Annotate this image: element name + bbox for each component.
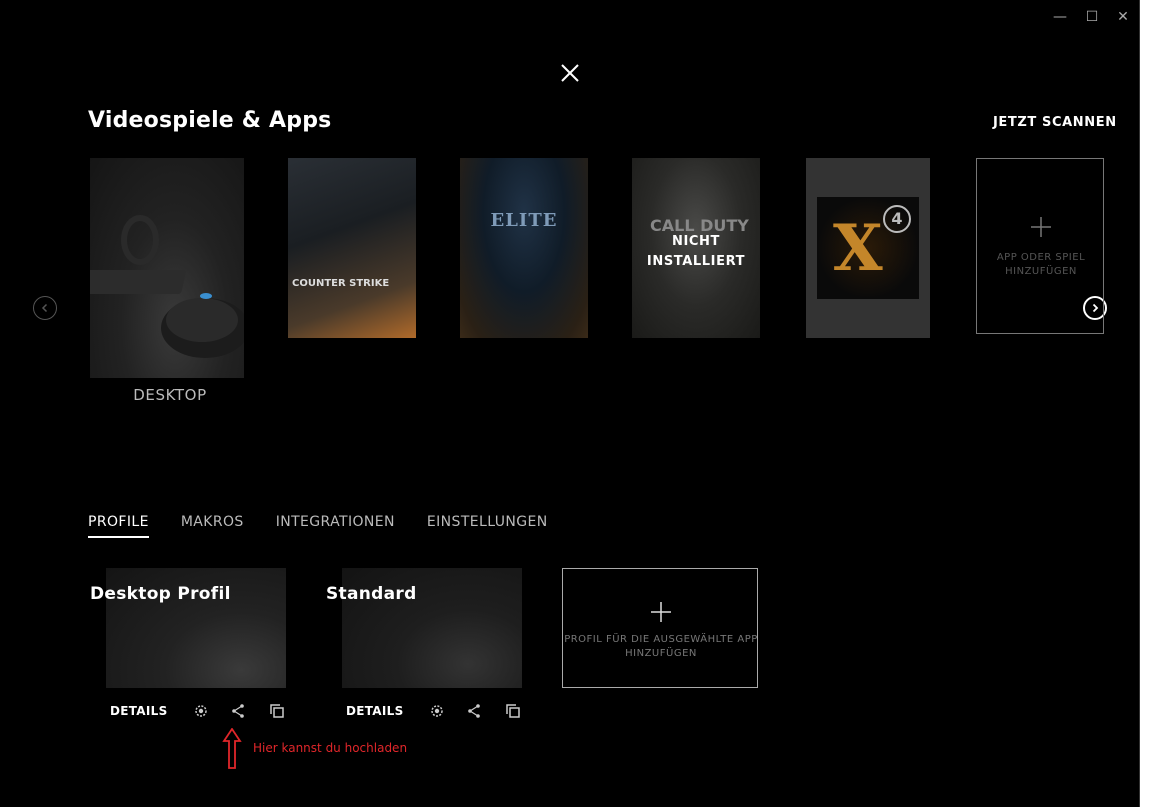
mouse-keyboard-image [90, 215, 244, 358]
persistent-icon[interactable] [428, 702, 446, 720]
ghub-window: — ☐ ✕ Videospiele & Apps JETZT SCANNEN D… [0, 0, 1140, 807]
window-close-button[interactable]: ✕ [1114, 8, 1132, 26]
cover-title: X [833, 211, 883, 286]
game-card-counter-strike[interactable]: COUNTER STRIKE [288, 158, 416, 338]
add-profile-button[interactable]: PROFIL FÜR DIE AUSGEWÄHLTE APP HINZUFÜGE… [562, 568, 758, 688]
profile-actions: DETAILS [346, 702, 522, 720]
carousel-prev-button[interactable] [33, 296, 57, 320]
profile-card-standard[interactable]: Standard DETAILS [326, 568, 522, 718]
close-icon [561, 64, 579, 82]
maximize-button[interactable]: ☐ [1083, 8, 1101, 26]
cover-title: ELITE [490, 210, 558, 231]
copy-icon[interactable] [268, 702, 286, 720]
tab-integrationen[interactable]: INTEGRATIONEN [276, 514, 395, 538]
scan-now-button[interactable]: JETZT SCANNEN [993, 115, 1117, 130]
share-icon[interactable] [465, 702, 483, 720]
game-card-elite-dangerous[interactable]: ELITE [460, 158, 588, 338]
tab-bar: PROFILE MAKROS INTEGRATIONEN EINSTELLUNG… [88, 514, 580, 538]
not-installed-badge: NICHT INSTALLIERT [646, 234, 746, 269]
profile-name: Standard [326, 584, 417, 604]
plus-icon [651, 602, 671, 622]
close-overlay-button[interactable] [557, 60, 583, 86]
persistent-icon[interactable] [192, 702, 210, 720]
profile-card-desktop[interactable]: Desktop Profil DETAILS [90, 568, 286, 718]
share-icon[interactable] [229, 702, 247, 720]
add-profile-label: PROFIL FÜR DIE AUSGEWÄHLTE APP HINZUFÜGE… [564, 634, 758, 659]
plus-icon [1031, 217, 1051, 237]
tab-makros[interactable]: MAKROS [181, 514, 244, 538]
annotation-text: Hier kannst du hochladen [253, 741, 408, 755]
x4-cover: X 4 [817, 197, 919, 299]
game-card-call-of-duty[interactable]: CALL DUTY NICHT INSTALLIERT [632, 158, 760, 338]
profile-name: Desktop Profil [90, 584, 231, 604]
copy-icon[interactable] [504, 702, 522, 720]
tab-einstellungen[interactable]: EINSTELLUNGEN [427, 514, 548, 538]
profile-actions: DETAILS [110, 702, 286, 720]
game-card-desktop[interactable] [90, 158, 244, 378]
tab-profile[interactable]: PROFILE [88, 514, 149, 538]
chevron-left-icon [41, 303, 48, 313]
game-name-desktop: DESKTOP [133, 386, 207, 404]
game-card-x4[interactable]: X 4 [806, 158, 930, 338]
add-app-label: APP ODER SPIEL HINZUFÜGEN [996, 252, 1086, 277]
cover-title: COUNTER STRIKE [292, 278, 390, 289]
up-arrow-icon [222, 728, 242, 769]
cover-badge: 4 [883, 205, 911, 233]
details-button[interactable]: DETAILS [110, 704, 168, 718]
add-app-button[interactable]: APP ODER SPIEL HINZUFÜGEN [976, 158, 1104, 334]
details-button[interactable]: DETAILS [346, 704, 404, 718]
page-title: Videospiele & Apps [88, 108, 332, 133]
minimize-button[interactable]: — [1051, 8, 1069, 26]
